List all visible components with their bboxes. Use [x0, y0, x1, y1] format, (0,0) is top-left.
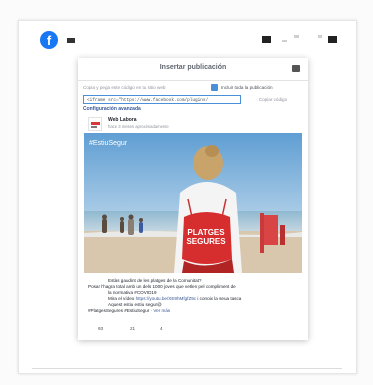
restore-icon[interactable]: [294, 35, 299, 38]
copy-code-button[interactable]: Copiar código: [248, 95, 298, 104]
beach-photo-illustration: PLATGES SEGURES: [84, 133, 302, 273]
shares-count[interactable]: 4: [160, 326, 163, 331]
embed-instructions: Copia y pega este código en tu sitio web: [83, 85, 166, 90]
facebook-logo-icon[interactable]: f: [40, 31, 58, 49]
embed-code-field[interactable]: <iframe src="https://www.facebook.com/pl…: [83, 95, 241, 104]
dialog-header: Insertar publicación: [78, 58, 308, 81]
bag-text-line2: SEGURES: [186, 237, 226, 246]
post-line-6: #PlatgesSegures #EstiuSegur · Ver más: [88, 308, 300, 314]
embed-post-dialog: Insertar publicación Copia y pega este c…: [78, 58, 308, 340]
comments-count[interactable]: 21: [130, 326, 135, 331]
likes-count[interactable]: 93: [98, 326, 103, 331]
avatar-logo-underline: [91, 126, 97, 128]
post-timestamp: hace 3 meses aproximadamente: [108, 124, 169, 129]
dialog-title: Insertar publicación: [159, 64, 227, 71]
post-author[interactable]: Web Labora: [108, 117, 137, 123]
bag-text-line1: PLATGES: [187, 228, 225, 237]
post-reactions-bar: 93 21 4: [98, 326, 288, 334]
include-full-post-checkbox[interactable]: [211, 84, 218, 91]
avatar-logo-mark: [91, 122, 100, 125]
post-line-4-suffix: i conoix la seua tasca: [196, 296, 242, 301]
menu-icon[interactable]: [67, 38, 75, 43]
post-line-4-prefix: Mira el vídeo: [108, 296, 136, 301]
post-hashtags[interactable]: #PlatgesSegures #EstiuSegur ·: [88, 308, 153, 313]
photo-hashtag-overlay: #EstiuSegur: [89, 140, 128, 147]
include-full-post-label[interactable]: Incluir toda la publicación: [221, 85, 273, 90]
window-icon[interactable]: [262, 36, 271, 43]
video-link[interactable]: https://youtu.be/XE9hMfgfZ9c: [136, 296, 197, 301]
profile-icon[interactable]: [328, 36, 337, 43]
post-photo[interactable]: PLATGES SEGURES #EstiuSegur: [84, 133, 302, 273]
page-avatar[interactable]: [88, 117, 102, 131]
post-body-text: Estàs gaudint de les platges de la Comun…: [88, 278, 300, 314]
notification-icon[interactable]: [318, 35, 322, 38]
top-right-toolbar: [260, 34, 345, 46]
minimize-icon[interactable]: [282, 40, 287, 42]
close-icon[interactable]: [292, 65, 300, 72]
see-more-link[interactable]: Ver más: [153, 308, 170, 313]
advanced-settings-link[interactable]: Configuración avanzada: [83, 106, 141, 112]
page-bottom-divider: [32, 368, 342, 369]
screenshot-stage: f Insertar publicación Copia y pega este…: [0, 0, 373, 385]
